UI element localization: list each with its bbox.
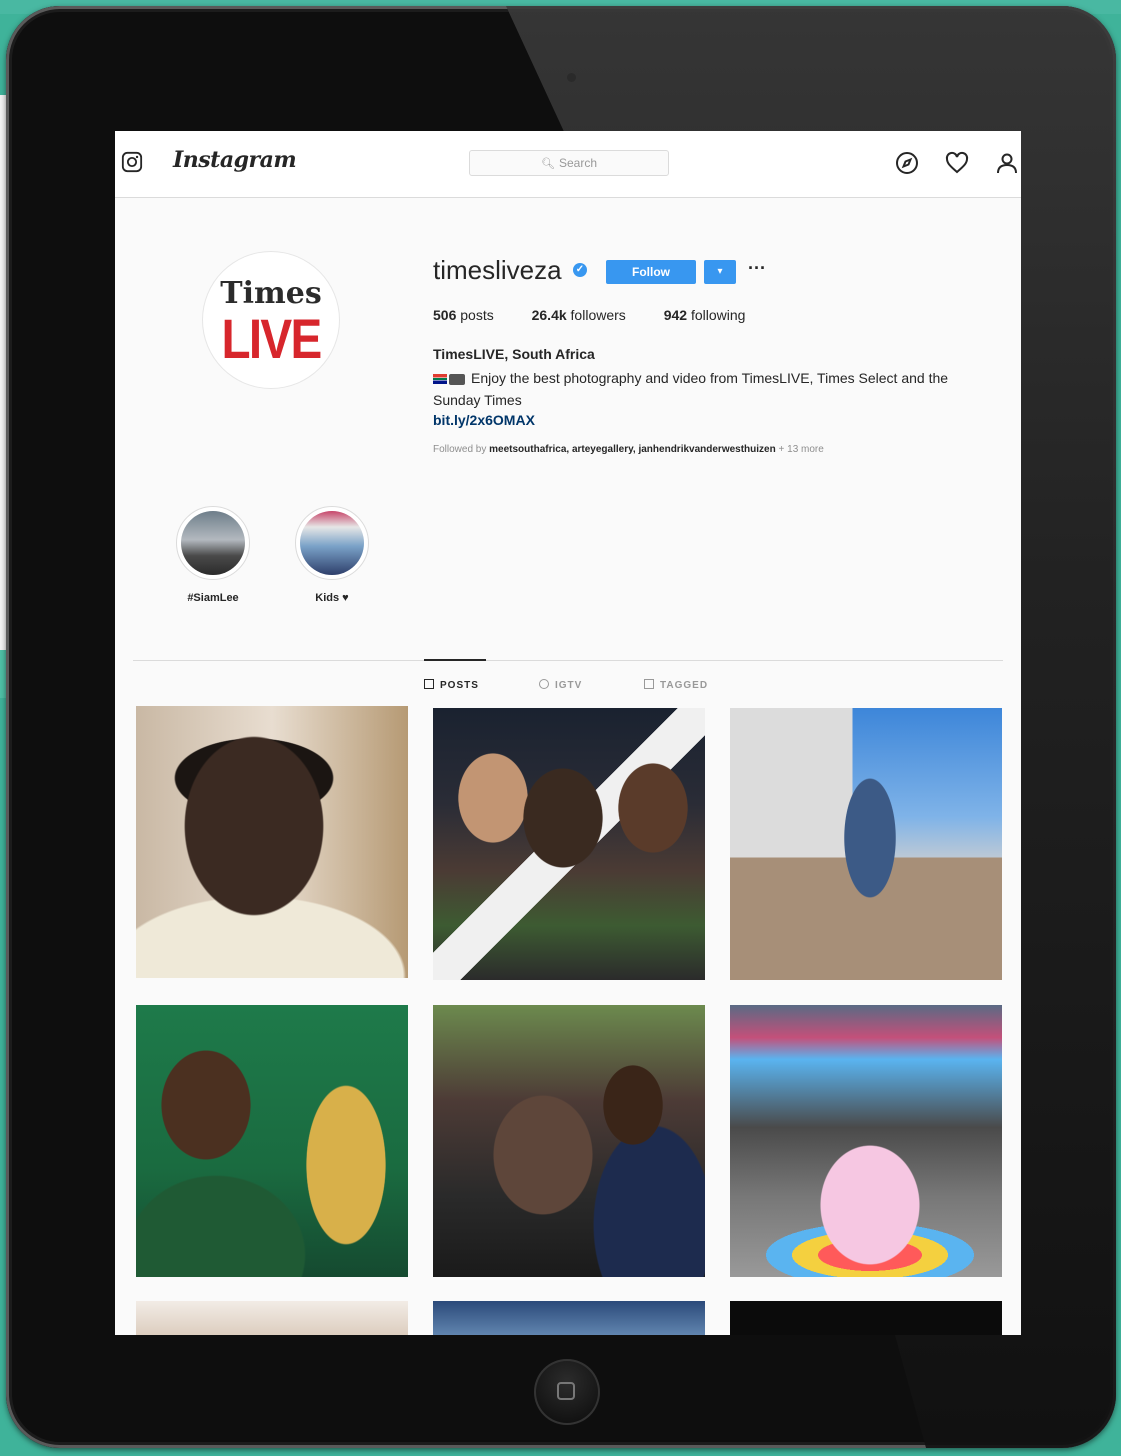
home-square-icon [557, 1382, 575, 1400]
highlight-label: #SiamLee [187, 592, 239, 604]
story-highlight[interactable]: Kids ♥ [292, 506, 372, 604]
followers-count[interactable]: 26.4k followers [532, 307, 626, 323]
compass-icon[interactable] [895, 151, 919, 175]
top-nav-bar: Instagram 🔍︎ Search [115, 131, 1021, 198]
grid-icon [424, 679, 434, 689]
tag-icon [644, 679, 654, 689]
follow-button[interactable]: Follow [606, 260, 696, 284]
post-thumbnail[interactable] [433, 1301, 705, 1335]
story-highlight[interactable]: #SiamLee [173, 506, 253, 604]
verified-badge-icon: ✓ [573, 263, 587, 277]
heart-icon[interactable] [945, 151, 969, 175]
suggestions-dropdown-button[interactable]: ▾ [704, 260, 736, 284]
highlight-cover [181, 511, 245, 575]
tab-tagged[interactable]: TAGGED [644, 679, 708, 691]
post-thumbnail[interactable] [136, 706, 408, 978]
post-thumbnail[interactable] [730, 708, 1002, 980]
active-tab-indicator [424, 659, 486, 661]
instagram-screen: Instagram 🔍︎ Search Times LIVE timeslivez… [115, 131, 1021, 1335]
igtv-icon [539, 679, 549, 689]
profile-link[interactable]: bit.ly/2x6OMAX [433, 412, 535, 428]
post-thumbnail[interactable] [730, 1301, 1002, 1335]
followed-by[interactable]: Followed by meetsouthafrica, arteyegalle… [433, 444, 824, 455]
highlight-label: Kids ♥ [315, 592, 349, 604]
bio-text: Enjoy the best photography and video fro… [433, 370, 949, 408]
post-thumbnail[interactable] [433, 1005, 705, 1277]
post-thumbnail[interactable] [136, 1005, 408, 1277]
highlight-cover [300, 511, 364, 575]
front-camera [567, 73, 576, 82]
tabs-divider [133, 660, 1003, 661]
tab-posts[interactable]: POSTS [424, 679, 479, 691]
more-options-icon[interactable]: ··· [748, 258, 766, 279]
post-thumbnail[interactable] [136, 1301, 408, 1335]
instagram-glyph-icon[interactable] [121, 151, 143, 173]
post-thumbnail[interactable] [730, 1005, 1002, 1277]
camera-emoji-icon [449, 373, 465, 385]
following-count[interactable]: 942 following [664, 307, 746, 323]
profile-username: timesliveza [433, 255, 562, 285]
post-thumbnail[interactable] [433, 708, 705, 980]
profile-avatar[interactable]: Times LIVE [203, 252, 339, 388]
profile-stats: 506 posts 26.4k followers 942 following [433, 307, 779, 323]
profile-bio: Enjoy the best photography and video fro… [433, 367, 993, 411]
search-icon: 🔍︎ [541, 158, 555, 170]
south-africa-flag-icon [433, 374, 447, 385]
posts-count: 506 posts [433, 307, 494, 323]
home-button[interactable] [534, 1359, 600, 1425]
profile-full-name: TimesLIVE, South Africa [433, 346, 595, 362]
user-icon[interactable] [995, 151, 1019, 175]
search-placeholder: Search [558, 156, 597, 170]
tab-igtv[interactable]: IGTV [539, 679, 582, 691]
search-input[interactable]: 🔍︎ Search [469, 150, 669, 176]
instagram-wordmark[interactable]: Instagram [173, 147, 297, 173]
avatar-logo-live: LIVE [221, 307, 323, 370]
